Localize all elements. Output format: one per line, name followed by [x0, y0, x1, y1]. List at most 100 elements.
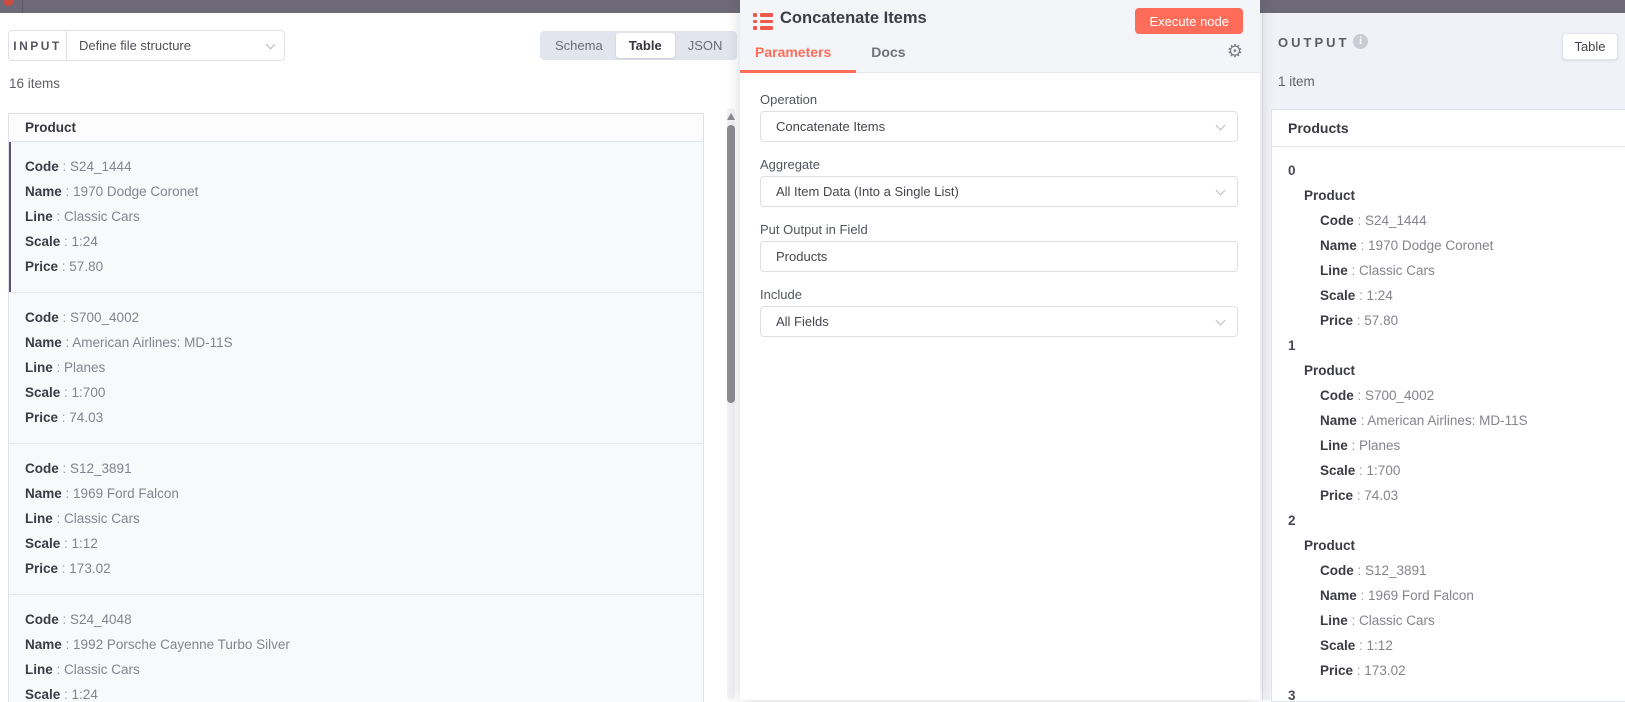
key-value-line: Line : Planes [9, 355, 703, 380]
param-group-include: Include All Fields [760, 287, 1238, 337]
field-value: 1:700 [71, 385, 106, 400]
field-value: Planes [64, 360, 106, 375]
key-value-line: Code : S24_1444 [9, 154, 703, 179]
scroll-up-arrow-icon[interactable] [727, 113, 735, 120]
field-value: American Airlines: MD-11S [72, 335, 233, 350]
field-value: S12_3891 [1365, 563, 1427, 578]
field-value: Classic Cars [1359, 613, 1435, 628]
key-value-separator: : [1355, 638, 1367, 653]
field-key: Line [1320, 263, 1348, 278]
key-value-separator: : [61, 637, 74, 652]
key-value-line: Line : Planes [1288, 433, 1625, 458]
key-value-line: Scale : 1:12 [1288, 633, 1625, 658]
key-value-line: Name : 1992 Porsche Cayenne Turbo Silver [9, 632, 703, 657]
param-label: Operation [760, 92, 818, 107]
key-value-separator: : [1356, 238, 1369, 253]
field-value: 1:24 [71, 234, 98, 249]
output-object-name: Product [1304, 188, 1356, 203]
field-key: Code [1320, 388, 1354, 403]
key-value-separator: : [60, 536, 72, 551]
field-key: Code [1320, 213, 1354, 228]
node-tabs: Parameters Docs [739, 44, 906, 73]
key-value-separator: : [1356, 588, 1369, 603]
field-value: American Airlines: MD-11S [1367, 413, 1528, 428]
item-list-node-icon [753, 13, 773, 30]
output-item-index: 3 [1288, 688, 1296, 702]
field-key: Line [1320, 613, 1348, 628]
field-value: 1:12 [1366, 638, 1393, 653]
field-key: Code [25, 612, 59, 627]
output-panel-title: OUTPUT [1278, 35, 1350, 50]
key-value-separator: : [58, 259, 70, 274]
info-icon[interactable]: i [1353, 34, 1368, 49]
field-value: 74.03 [1364, 488, 1399, 503]
field-key: Line [25, 511, 53, 526]
field-key: Line [25, 209, 53, 224]
input-source-select[interactable]: Define file structure [67, 31, 284, 60]
gear-icon[interactable]: ⚙ [1227, 42, 1243, 60]
input-panel-title: INPUT [9, 31, 67, 60]
key-value-separator: : [58, 612, 71, 627]
key-value-line: Code : S24_4048 [9, 607, 703, 632]
key-value-separator: : [1353, 313, 1365, 328]
param-label: Put Output in Field [760, 222, 868, 237]
execute-node-button[interactable]: Execute node [1135, 8, 1243, 34]
field-value: 57.80 [69, 259, 104, 274]
field-key: Code [25, 461, 59, 476]
key-value-separator: : [61, 486, 74, 501]
field-value: Classic Cars [64, 662, 140, 677]
param-include-select[interactable]: All Fields [760, 306, 1238, 337]
key-value-separator: : [61, 184, 74, 199]
field-key: Scale [25, 385, 61, 400]
input-scrollbar-thumb[interactable] [727, 125, 735, 403]
table-row[interactable]: Code : S12_3891 Name : 1969 Ford Falcon Li… [9, 444, 703, 595]
key-value-line: Name : 1970 Dodge Coronet [1288, 233, 1625, 258]
field-value: Classic Cars [64, 209, 140, 224]
table-row[interactable]: Code : S700_4002 Name : American Airlines… [9, 293, 703, 444]
input-items-count: 16 items [9, 76, 61, 91]
table-row[interactable]: Code : S24_1444 Name : 1970 Dodge Coronet… [9, 142, 703, 293]
field-value: S24_4048 [70, 612, 132, 627]
key-value-line: Name : American Airlines: MD-11S [9, 330, 703, 355]
field-key: Scale [25, 234, 61, 249]
output-data-table: Products 0 Product Code : S24_1444 Name : 1… [1271, 109, 1625, 702]
key-value-line: Scale : 1:24 [9, 229, 703, 254]
output-view-mode-button[interactable]: Table [1562, 33, 1618, 60]
tab-docs[interactable]: Docs [871, 44, 905, 72]
chevron-down-icon [1215, 185, 1226, 196]
param-aggregate-select[interactable]: All Item Data (Into a Single List) [760, 176, 1238, 207]
output-panel: OUTPUT i Table 1 item Products 0 Product C… [1262, 13, 1625, 702]
field-key: Scale [1320, 638, 1356, 653]
chevron-down-icon [1215, 315, 1226, 326]
output-item-index: 2 [1288, 513, 1296, 528]
field-key: Name [1320, 238, 1357, 253]
field-value: 1:700 [1366, 463, 1401, 478]
key-value-line: Line : Classic Cars [9, 204, 703, 229]
key-value-line: Line : Classic Cars [9, 657, 703, 682]
view-mode-json[interactable]: JSON [675, 33, 736, 58]
parameters-form: Operation Concatenate Items Aggregate All I… [760, 92, 1238, 352]
chevron-down-icon [265, 39, 276, 49]
field-key: Name [25, 486, 62, 501]
key-value-separator: : [61, 335, 73, 350]
key-value-separator: : [1355, 288, 1367, 303]
field-value: Classic Cars [64, 511, 140, 526]
key-value-line: Price : 57.80 [1288, 308, 1625, 333]
param-label: Aggregate [760, 157, 820, 172]
param-put-output-in-field-input[interactable]: Products [760, 241, 1238, 272]
key-value-separator: : [52, 511, 65, 526]
param-operation-select[interactable]: Concatenate Items [760, 111, 1238, 142]
table-row[interactable]: Code : S24_4048 Name : 1992 Porsche Cayen… [9, 595, 703, 702]
field-key: Name [1320, 588, 1357, 603]
output-item-index: 1 [1288, 338, 1296, 353]
key-value-separator: : [1347, 438, 1360, 453]
tab-parameters[interactable]: Parameters [739, 44, 857, 73]
field-value: 1970 Dodge Coronet [1368, 238, 1494, 253]
field-key: Price [25, 410, 59, 425]
view-mode-schema[interactable]: Schema [542, 33, 616, 58]
output-object-name: Product [1304, 538, 1356, 553]
view-mode-table[interactable]: Table [615, 33, 675, 58]
key-value-separator: : [58, 561, 70, 576]
top-bar-divider [22, 0, 23, 13]
output-tree: 0 Product Code : S24_1444 Name : 1970 Dodge… [1272, 147, 1625, 702]
